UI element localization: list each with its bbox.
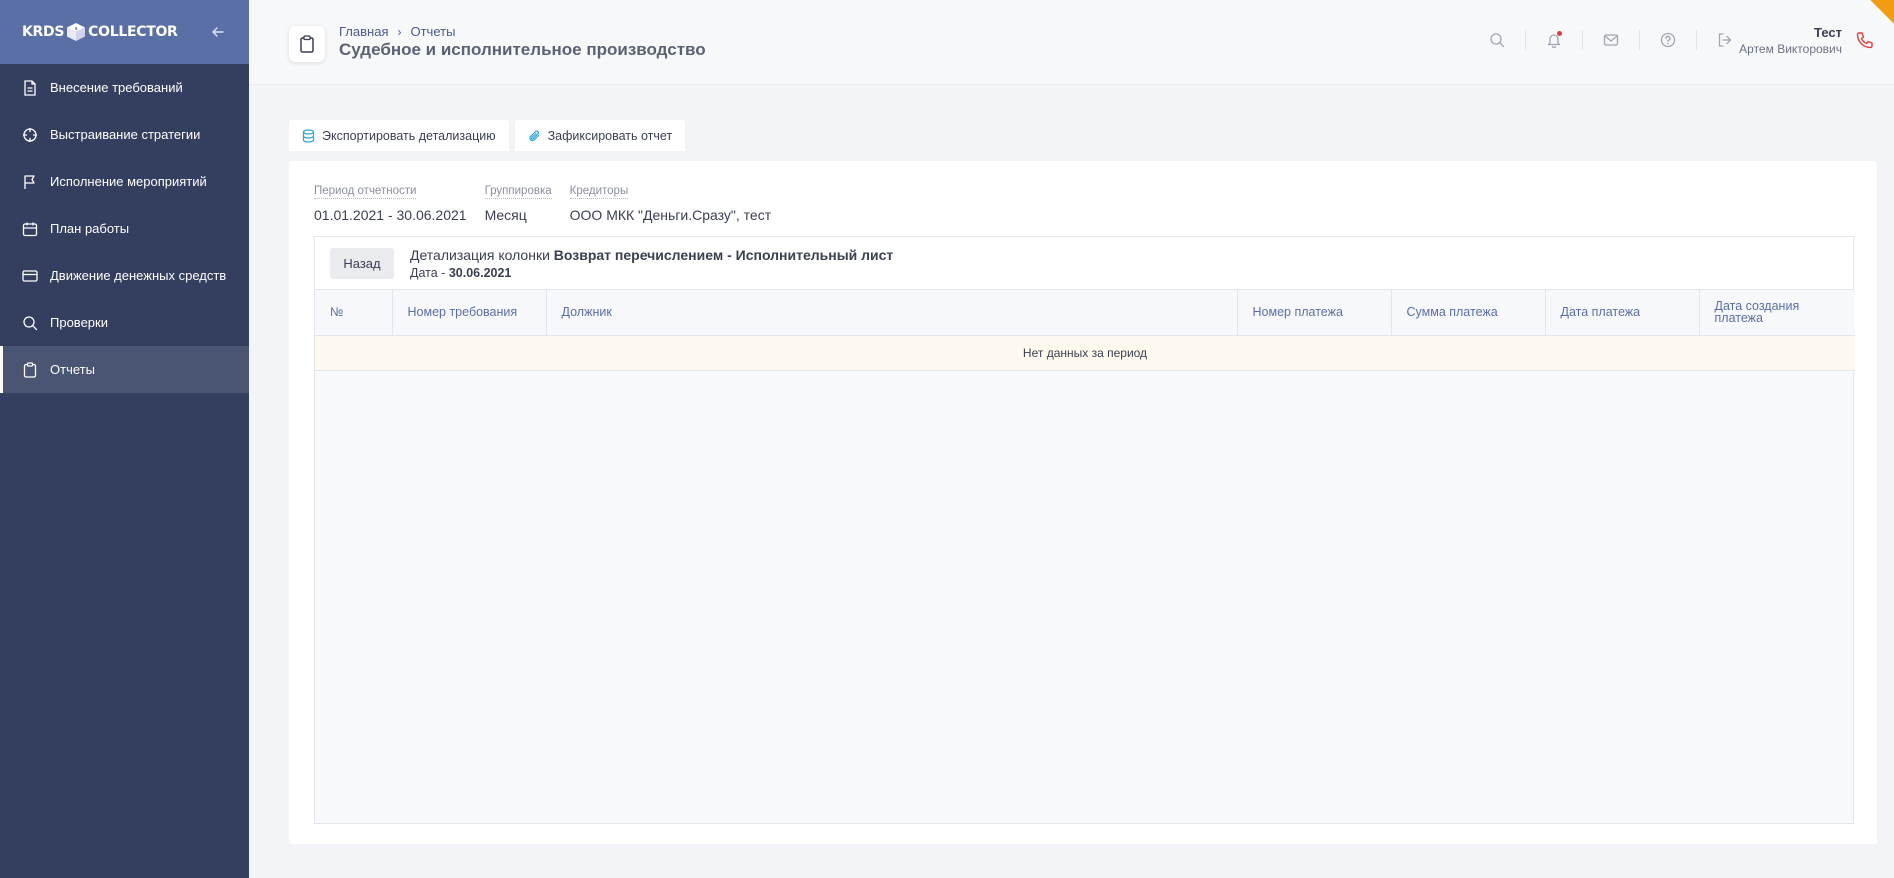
- sidebar-item-label: Выстраивание стратегии: [50, 127, 201, 142]
- flag-icon: [22, 174, 38, 190]
- sidebar-item-label: Исполнение мероприятий: [50, 174, 207, 189]
- column-header-payment-date[interactable]: Дата платежа: [1545, 290, 1700, 336]
- detail-date: Дата - 30.06.2021: [410, 266, 511, 280]
- header-search-button[interactable]: [1488, 31, 1506, 49]
- sidebar-item-reports[interactable]: Отчеты: [0, 346, 249, 393]
- empty-message: Нет данных за период: [315, 335, 1855, 371]
- detail-panel: Назад Детализация колонки Возврат перечи…: [314, 236, 1855, 824]
- column-header-payment-created-date[interactable]: Дата создания платежа: [1699, 290, 1855, 336]
- logout-button[interactable]: [1716, 31, 1734, 49]
- header-divider: [1639, 30, 1640, 50]
- detail-title: Детализация колонки Возврат перечисление…: [410, 247, 893, 263]
- notification-dot: [1557, 31, 1562, 36]
- detail-date-prefix: Дата -: [410, 266, 446, 280]
- report-filters: Период отчетности 01.01.2021 - 30.06.202…: [314, 181, 789, 223]
- sidebar-header: KRDS $ COLLECTOR: [0, 0, 249, 64]
- sidebar-item-label: Движение денежных средств: [50, 268, 227, 283]
- column-header-requirement-number[interactable]: Номер требования: [392, 290, 547, 336]
- breadcrumb: Главная › Отчеты: [339, 24, 455, 39]
- page-clipboard-icon: [289, 26, 325, 62]
- help-button[interactable]: [1659, 31, 1677, 49]
- column-header-number[interactable]: №: [315, 290, 393, 336]
- cube-icon: $: [67, 23, 86, 41]
- document-icon: [22, 79, 38, 96]
- breadcrumb-reports-link[interactable]: Отчеты: [410, 24, 455, 39]
- help-icon: [1660, 32, 1676, 48]
- sidebar-item-strategy[interactable]: Выстраивание стратегии: [0, 111, 249, 158]
- column-header-payment-number[interactable]: Номер платежа: [1237, 290, 1392, 336]
- table-empty-row: Нет данных за период: [315, 335, 1855, 371]
- back-button[interactable]: Назад: [330, 248, 394, 279]
- card-icon: [22, 268, 38, 284]
- sidebar-item-work-plan[interactable]: План работы: [0, 205, 249, 252]
- detail-prefix: Детализация колонки: [410, 247, 550, 263]
- arrow-left-icon: [212, 27, 224, 37]
- header-divider: [1696, 30, 1697, 50]
- header-divider: [1525, 30, 1526, 50]
- sidebar-item-label: План работы: [50, 221, 130, 236]
- detail-table: № Номер требования Должник Номер платежа…: [315, 290, 1855, 371]
- filter-label: Группировка: [484, 185, 552, 199]
- database-icon: [302, 128, 316, 143]
- paperclip-icon: [528, 129, 542, 143]
- breadcrumb-separator: ›: [397, 24, 402, 39]
- sidebar: KRDS $ COLLECTOR Внесение требований Выс…: [0, 0, 249, 878]
- sidebar-item-checks[interactable]: Проверки: [0, 299, 249, 346]
- fix-report-label: Зафиксировать отчет: [547, 128, 673, 143]
- filter-creditors[interactable]: Кредиторы ООО МКК "Деньги.Сразу", тест: [569, 181, 772, 223]
- phone-icon[interactable]: [1856, 31, 1874, 49]
- search-icon: [1490, 33, 1505, 48]
- logo-left-text: KRDS: [22, 24, 65, 40]
- app-logo[interactable]: KRDS $ COLLECTOR: [22, 22, 178, 42]
- column-header-debtor[interactable]: Должник: [546, 290, 1238, 336]
- sidebar-item-label: Отчеты: [50, 362, 95, 377]
- sidebar-item-label: Проверки: [50, 315, 108, 330]
- messages-button[interactable]: [1602, 31, 1620, 49]
- filter-grouping[interactable]: Группировка Месяц: [484, 181, 552, 223]
- calendar-icon: [22, 221, 38, 237]
- filter-value: ООО МКК "Деньги.Сразу", тест: [569, 207, 772, 223]
- page-title: Судебное и исполнительное производство: [339, 40, 706, 59]
- filter-value: 01.01.2021 - 30.06.2021: [314, 207, 467, 223]
- report-toolbar: Экспортировать детализацию Зафиксировать…: [289, 120, 691, 151]
- sidebar-item-label: Внесение требований: [50, 80, 183, 95]
- filter-label: Период отчетности: [314, 185, 417, 199]
- sidebar-nav: Внесение требований Выстраивание стратег…: [0, 64, 249, 393]
- detail-header: Назад Детализация колонки Возврат перечи…: [315, 237, 1853, 290]
- sidebar-item-activities[interactable]: Исполнение мероприятий: [0, 158, 249, 205]
- header-divider: [1582, 30, 1583, 50]
- report-card: Период отчетности 01.01.2021 - 30.06.202…: [289, 161, 1877, 844]
- collapse-sidebar-button[interactable]: [209, 23, 227, 41]
- top-header: Главная › Отчеты Судебное и исполнительн…: [249, 0, 1894, 85]
- logout-icon: [1718, 33, 1732, 47]
- fix-report-button[interactable]: Зафиксировать отчет: [514, 120, 686, 151]
- notifications-button[interactable]: [1545, 31, 1563, 49]
- column-header-payment-amount[interactable]: Сумма платежа: [1391, 290, 1546, 336]
- clipboard-icon: [22, 361, 38, 378]
- sidebar-item-cash-flow[interactable]: Движение денежных средств: [0, 252, 249, 299]
- logo-right-text: COLLECTOR: [88, 24, 178, 40]
- filter-period[interactable]: Период отчетности 01.01.2021 - 30.06.202…: [314, 181, 467, 223]
- user-info[interactable]: Тест Артем Викторович: [1739, 25, 1842, 56]
- header-actions: [1488, 30, 1734, 50]
- search-icon: [22, 315, 38, 331]
- export-detail-button[interactable]: Экспортировать детализацию: [289, 120, 509, 151]
- sidebar-item-requirements[interactable]: Внесение требований: [0, 64, 249, 111]
- table-header-row: № Номер требования Должник Номер платежа…: [315, 290, 1855, 336]
- export-detail-label: Экспортировать детализацию: [322, 128, 496, 143]
- detail-date-value: 30.06.2021: [448, 266, 512, 280]
- detail-column-name: Возврат перечислением - Исполнительный л…: [553, 247, 894, 263]
- corner-ribbon: [1856, 0, 1894, 29]
- user-full-name: Артем Викторович: [1739, 42, 1842, 56]
- mail-icon: [1603, 34, 1619, 46]
- filter-label: Кредиторы: [569, 185, 629, 199]
- user-name: Тест: [1814, 25, 1842, 40]
- filter-value: Месяц: [484, 207, 527, 223]
- crosshair-icon: [22, 127, 38, 143]
- breadcrumb-home-link[interactable]: Главная: [339, 24, 388, 39]
